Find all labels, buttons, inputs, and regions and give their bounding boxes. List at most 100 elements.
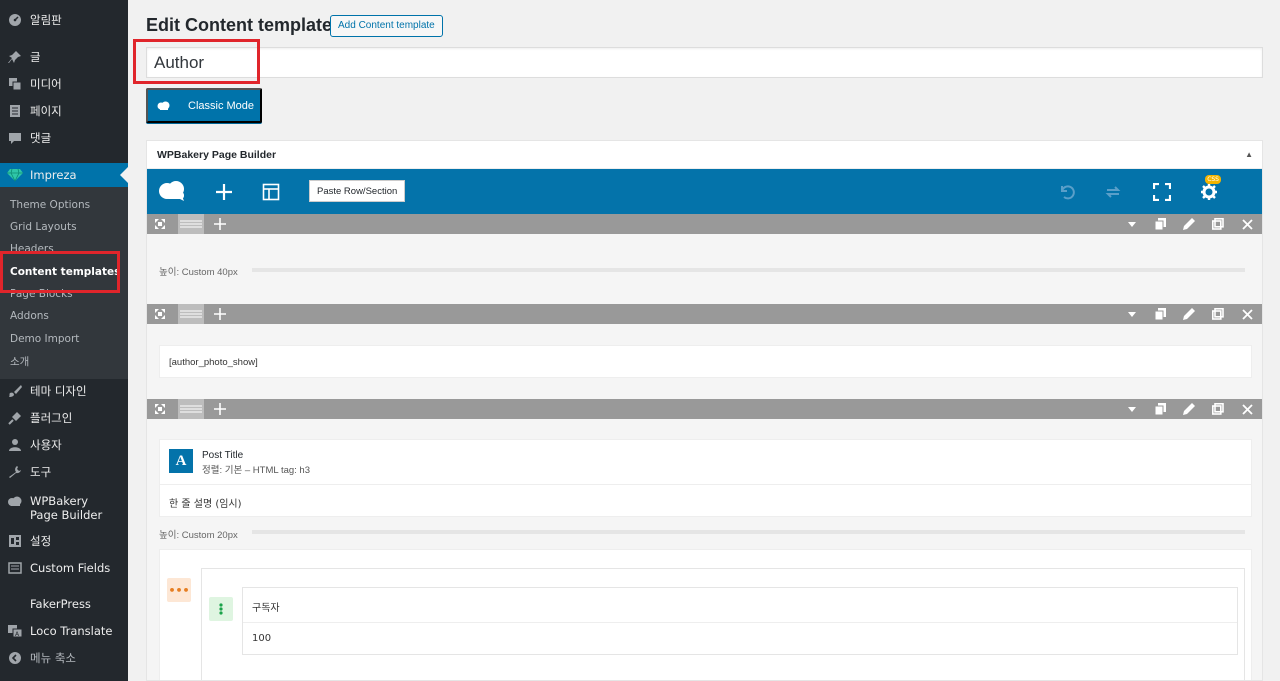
move-row-icon[interactable]: [151, 399, 169, 419]
menu-item-label: FakerPress: [30, 597, 91, 611]
delete-x-icon[interactable]: [1238, 399, 1256, 419]
cloud-icon: [7, 494, 23, 510]
menu-item-label: 페이지: [30, 104, 62, 118]
comment-icon: [7, 130, 23, 146]
menu-item-impreza[interactable]: Impreza: [0, 163, 128, 187]
impreza-submenu: [0, 186, 128, 379]
css-badge: CSS: [1205, 175, 1221, 184]
delete-x-icon[interactable]: [1238, 214, 1256, 234]
post-title-element[interactable]: A Post Title 정렬: 기본 – HTML tag: h3: [159, 439, 1252, 485]
menu-item-plugins[interactable]: 플러그인: [0, 406, 128, 430]
add-column-icon[interactable]: [211, 399, 229, 419]
add-column-icon[interactable]: [211, 304, 229, 324]
redo-icon[interactable]: [1102, 181, 1124, 203]
text-element[interactable]: 한 줄 설명 (임시): [159, 484, 1252, 517]
menu-item-settings[interactable]: 설정: [0, 529, 128, 553]
menu-item-comments[interactable]: 댓글: [0, 126, 128, 150]
menu-item-label: 미디어: [30, 77, 62, 91]
toggle-row-icon[interactable]: [1123, 399, 1141, 419]
translate-icon: A: [7, 623, 23, 639]
main-content: Edit Content template Add Content templa…: [128, 0, 1280, 681]
undo-icon[interactable]: [1056, 181, 1078, 203]
menu-item-media[interactable]: 미디어: [0, 72, 128, 96]
wpbakery-panel-header[interactable]: WPBakery Page Builder ▲: [147, 141, 1262, 169]
clone-icon[interactable]: [1209, 214, 1227, 234]
vertical-dots-icon[interactable]: [209, 597, 233, 621]
wpbakery-logo-icon[interactable]: [158, 179, 188, 203]
toggle-row-icon[interactable]: [1123, 304, 1141, 324]
spacer-divider: [252, 530, 1245, 534]
submenu-grid-layouts[interactable]: Grid Layouts: [10, 221, 77, 233]
admin-sidebar: 알림판 글 미디어 페이지 댓글 Impreza Theme Options G…: [0, 0, 128, 681]
classic-mode-label: Classic Mode: [188, 99, 255, 112]
copy-icon[interactable]: [1151, 214, 1169, 234]
clone-icon[interactable]: [1209, 304, 1227, 324]
menu-item-label: 설정: [30, 534, 52, 548]
add-column-icon[interactable]: [211, 214, 229, 234]
menu-item-label: 플러그인: [30, 411, 73, 425]
collapse-caret-icon[interactable]: ▲: [1245, 150, 1253, 159]
edit-pencil-icon[interactable]: [1180, 214, 1198, 234]
submenu-addons[interactable]: Addons: [10, 310, 49, 322]
collapse-menu-button[interactable]: 메뉴 축소: [0, 646, 128, 670]
add-content-template-button[interactable]: Add Content template: [330, 15, 443, 37]
submenu-demo-import[interactable]: Demo Import: [10, 333, 79, 345]
edit-pencil-icon[interactable]: [1180, 399, 1198, 419]
classic-mode-button[interactable]: Classic Mode: [146, 88, 262, 123]
post-title-name: Post Title: [202, 450, 244, 461]
subscriber-value: 100: [252, 633, 272, 644]
post-title-meta: 정렬: 기본 – HTML tag: h3: [202, 465, 311, 476]
shortcode-element[interactable]: [author_photo_show]: [159, 345, 1252, 378]
copy-icon[interactable]: [1151, 304, 1169, 324]
inner-column: 구독자 100: [201, 568, 1245, 680]
nested-row-element[interactable]: ••• 구독자 100: [159, 549, 1252, 680]
submenu-page-blocks[interactable]: Page Blocks: [10, 288, 73, 300]
paste-row-button[interactable]: Paste Row/Section: [309, 180, 406, 202]
more-options-icon[interactable]: •••: [167, 578, 191, 602]
clone-icon[interactable]: [1209, 399, 1227, 419]
fullscreen-icon[interactable]: [1151, 181, 1173, 203]
edit-pencil-icon[interactable]: [1180, 304, 1198, 324]
move-row-icon[interactable]: [151, 214, 169, 234]
row-layout-icon[interactable]: [178, 304, 204, 324]
media-icon: [7, 76, 23, 92]
cloud-icon: [157, 101, 171, 111]
spacer-divider: [252, 268, 1245, 272]
menu-item-users[interactable]: 사용자: [0, 433, 128, 457]
menu-item-loco-translate[interactable]: A Loco Translate: [0, 619, 128, 643]
menu-item-dashboard[interactable]: 알림판: [0, 8, 128, 32]
wrench-icon: [7, 464, 23, 480]
add-element-icon[interactable]: [213, 181, 235, 203]
spacer-label: 높이: Custom 20px: [159, 530, 238, 541]
menu-item-label: 알림판: [30, 13, 62, 27]
menu-item-tools[interactable]: 도구: [0, 460, 128, 484]
settings-gear-icon[interactable]: CSS: [1197, 175, 1221, 203]
row-layout-icon[interactable]: [178, 214, 204, 234]
copy-icon[interactable]: [1151, 399, 1169, 419]
menu-item-wpbakery[interactable]: WPBakery Page Builder: [0, 494, 128, 522]
menu-item-pages[interactable]: 페이지: [0, 99, 128, 123]
spacer-label: 높이: Custom 40px: [159, 267, 238, 278]
menu-item-label: 댓글: [30, 131, 52, 145]
delete-x-icon[interactable]: [1238, 304, 1256, 324]
templates-icon[interactable]: [260, 181, 282, 203]
inner-divider: [243, 622, 1237, 623]
submenu-about[interactable]: 소개: [10, 354, 29, 369]
user-icon: [7, 437, 23, 453]
menu-item-appearance[interactable]: 테마 디자인: [0, 379, 128, 403]
menu-item-label: WPBakery Page Builder: [30, 494, 103, 522]
menu-item-label: Impreza: [30, 168, 77, 182]
menu-item-fakerpress[interactable]: FakerPress: [0, 592, 128, 616]
page-title: Edit Content template: [146, 15, 333, 35]
menu-item-posts[interactable]: 글: [0, 45, 128, 69]
subscriber-box[interactable]: 구독자 100: [242, 587, 1238, 655]
toggle-row-icon[interactable]: [1123, 214, 1141, 234]
wpbakery-toolbar: Paste Row/Section CSS: [147, 169, 1262, 214]
submenu-theme-options[interactable]: Theme Options: [10, 199, 90, 211]
move-row-icon[interactable]: [151, 304, 169, 324]
row-layout-icon[interactable]: [178, 399, 204, 419]
submenu-headers[interactable]: Headers: [10, 243, 54, 255]
title-input[interactable]: [146, 47, 1263, 78]
menu-item-custom-fields[interactable]: Custom Fields: [0, 556, 128, 580]
submenu-content-templates[interactable]: Content templates: [10, 266, 120, 278]
